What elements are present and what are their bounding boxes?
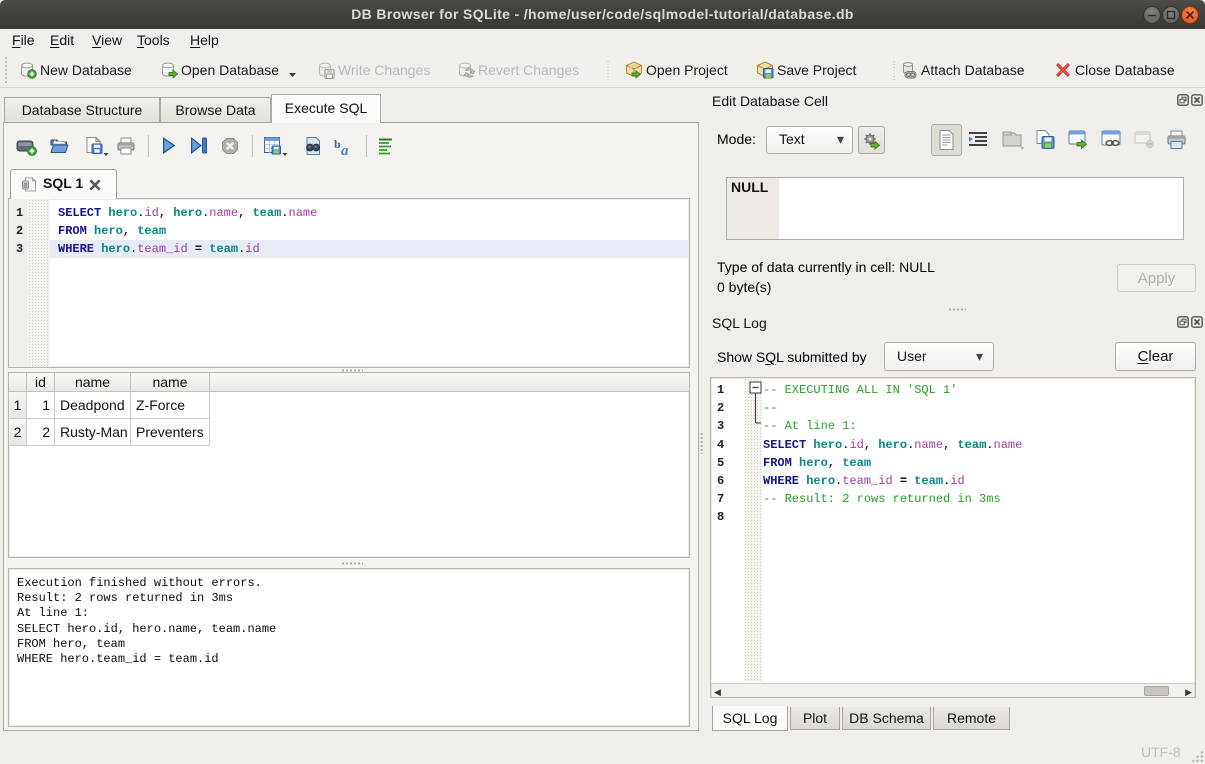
svg-text:b: b (334, 137, 341, 151)
svg-text:a: a (341, 143, 349, 158)
